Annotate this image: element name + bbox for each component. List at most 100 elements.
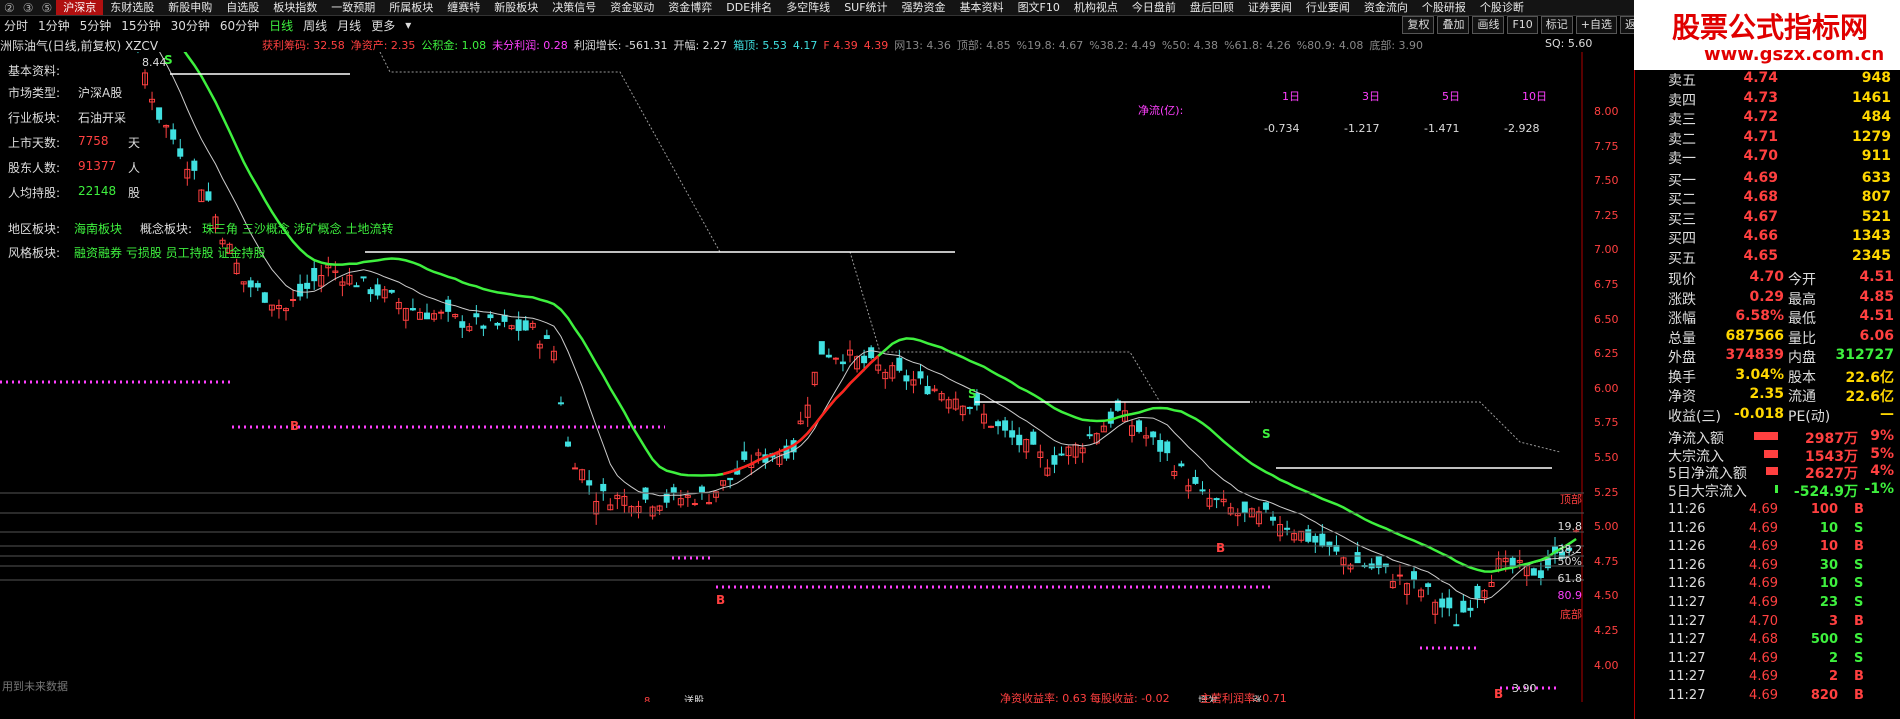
info-label-4: 人均持股: <box>8 186 61 200</box>
candle-body <box>177 148 184 157</box>
period-8[interactable]: 月线 <box>333 17 367 34</box>
tool-button-4[interactable]: 标记 <box>1540 16 1573 34</box>
ad-banner[interactable]: 股票公式指标网 www.gszx.com.cn <box>1634 0 1900 70</box>
menu-item-6[interactable]: 所属板块 <box>382 0 440 15</box>
period-5[interactable]: 60分钟 <box>216 17 265 34</box>
tick-row-9: 11:27 4.69 2 B <box>1668 669 1896 687</box>
menu-item-13[interactable]: 多空阵线 <box>779 0 837 15</box>
tick-dir: S <box>1854 595 1864 610</box>
stat-row-2: 涨幅 6.58% 最低 4.51 <box>1668 308 1896 328</box>
menu-item-9[interactable]: 决策信号 <box>545 0 603 15</box>
indicator-10: 网13: 4.36 <box>894 39 951 52</box>
period-7[interactable]: 周线 <box>299 17 333 34</box>
bid-price: 4.66 <box>1743 228 1778 244</box>
candle-body <box>727 477 734 481</box>
period-6[interactable]: 日线 <box>265 17 299 34</box>
bid-label: 买一 <box>1668 172 1696 189</box>
menu-item-22[interactable]: 行业要闻 <box>1299 0 1357 15</box>
tool-button-5[interactable]: +自选 <box>1575 16 1617 34</box>
tick-row-2: 11:26 4.69 10 B <box>1668 539 1896 557</box>
menu-item-17[interactable]: 图文F10 <box>1011 0 1067 15</box>
bid-price: 4.67 <box>1743 208 1778 225</box>
kline-chart[interactable]: 顶部19.838.250%61.880.9底部SSSBBBB8.443.90用到… <box>0 52 1584 702</box>
menu-item-20[interactable]: 盘后回顾 <box>1183 0 1241 15</box>
ask-price: 4.72 <box>1743 109 1778 125</box>
period-more-arrow[interactable]: ▾ <box>401 18 417 32</box>
tick-vol: 2 <box>1828 669 1838 685</box>
period-0[interactable]: 分时 <box>0 17 34 34</box>
price-tick-4: 7.00 <box>1594 243 1619 257</box>
low-price-label: 3.90 <box>1512 682 1537 695</box>
menu-item-18[interactable]: 机构视点 <box>1067 0 1125 15</box>
menu-item-4[interactable]: 板块指数 <box>266 0 324 15</box>
fib-label-6: 底部 <box>1560 607 1582 621</box>
menu-item-3[interactable]: 自选股 <box>219 0 266 15</box>
stat-label-2: 量比 <box>1788 330 1816 347</box>
tool-button-3[interactable]: F10 <box>1507 16 1538 34</box>
menu-item-1[interactable]: 东财选股 <box>103 0 161 15</box>
period-4[interactable]: 30分钟 <box>167 17 216 34</box>
menu-item-5[interactable]: 一致预期 <box>324 0 382 15</box>
menu-item-19[interactable]: 今日盘前 <box>1125 0 1183 15</box>
menu-item-12[interactable]: DDE排名 <box>719 0 779 15</box>
menu-item-2[interactable]: 新股申购 <box>161 0 219 15</box>
region-value: 海南板块 <box>74 222 123 236</box>
candle-body <box>903 375 910 382</box>
bid-label: 买五 <box>1668 250 1696 267</box>
bid-row-4: 买五 4.65 2345 <box>1668 248 1894 268</box>
tool-button-0[interactable]: 复权 <box>1402 16 1435 34</box>
period-1[interactable]: 1分钟 <box>34 17 76 34</box>
info-unit-4: 股 <box>128 186 141 200</box>
flow-header-2: 5日 <box>1442 90 1460 103</box>
candle-body <box>1354 552 1361 564</box>
candle-body <box>487 314 494 319</box>
menu-item-11[interactable]: 资金博弈 <box>661 0 719 15</box>
candle-body <box>1284 527 1291 530</box>
stat-label: 总量 <box>1668 330 1696 347</box>
menu-item-7[interactable]: 缠赛特 <box>440 0 487 15</box>
bid-vol: 521 <box>1861 208 1891 225</box>
tool-button-1[interactable]: 叠加 <box>1437 16 1470 34</box>
candle-body <box>1241 501 1248 514</box>
stat-label: 涨跌 <box>1668 291 1696 308</box>
menu-num-2[interactable]: ⑤ <box>38 1 57 15</box>
stat-row-5: 换手 3.04% 股本 22.6亿 <box>1668 367 1896 387</box>
menu-item-16[interactable]: 基本资料 <box>953 0 1011 15</box>
menu-item-8[interactable]: 新股板块 <box>487 0 545 15</box>
price-tick-7: 6.25 <box>1594 347 1619 361</box>
tick-row-10: 11:27 4.69 820 B <box>1668 688 1896 706</box>
menu-item-25[interactable]: 个股诊断 <box>1473 0 1531 15</box>
bid-price: 4.65 <box>1743 247 1778 264</box>
period-9[interactable]: 更多 <box>367 17 401 34</box>
price-tick-8: 6.00 <box>1594 381 1619 395</box>
candle-body <box>565 441 571 447</box>
stat-value-2: 4.85 <box>1859 288 1894 305</box>
tick-row-7: 11:27 4.68 500 S <box>1668 632 1896 650</box>
stat-row-6: 净资 2.35 流通 22.6亿 <box>1668 386 1896 406</box>
candle-body <box>924 386 931 395</box>
tick-price: 4.69 <box>1749 595 1778 610</box>
period-2[interactable]: 5分钟 <box>76 17 118 34</box>
flow-value-1: -1.217 <box>1344 122 1380 135</box>
indicator-4: 利润增长: -561.31 <box>573 39 668 52</box>
tick-dir: B <box>1854 688 1864 703</box>
menu-item-15[interactable]: 强势资金 <box>895 0 953 15</box>
menu-item-10[interactable]: 资金驱动 <box>603 0 661 15</box>
bottom-stat-0: 净资收益率: 0.63 <box>1000 692 1087 705</box>
menu-item-24[interactable]: 个股研报 <box>1415 0 1473 15</box>
stat-row-0: 现价 4.70 今开 4.51 <box>1668 269 1896 289</box>
menu-item-23[interactable]: 资金流向 <box>1357 0 1415 15</box>
menu-item-14[interactable]: SUF统计 <box>837 0 894 15</box>
indicator-11: 顶部: 4.85 <box>956 39 1011 52</box>
period-3[interactable]: 15分钟 <box>117 17 166 34</box>
stat-value: 374839 <box>1725 347 1784 363</box>
bid-vol: 2345 <box>1852 247 1891 264</box>
menu-item-21[interactable]: 证券要闻 <box>1241 0 1299 15</box>
menu-num-0[interactable]: ② <box>0 1 19 15</box>
candle-body <box>388 289 395 293</box>
tool-button-2[interactable]: 画线 <box>1472 16 1505 34</box>
candle-body <box>1199 489 1206 492</box>
menu-item-0[interactable]: 沪深京 <box>56 0 104 15</box>
candle-body <box>543 335 550 339</box>
menu-num-1[interactable]: ③ <box>19 1 38 15</box>
